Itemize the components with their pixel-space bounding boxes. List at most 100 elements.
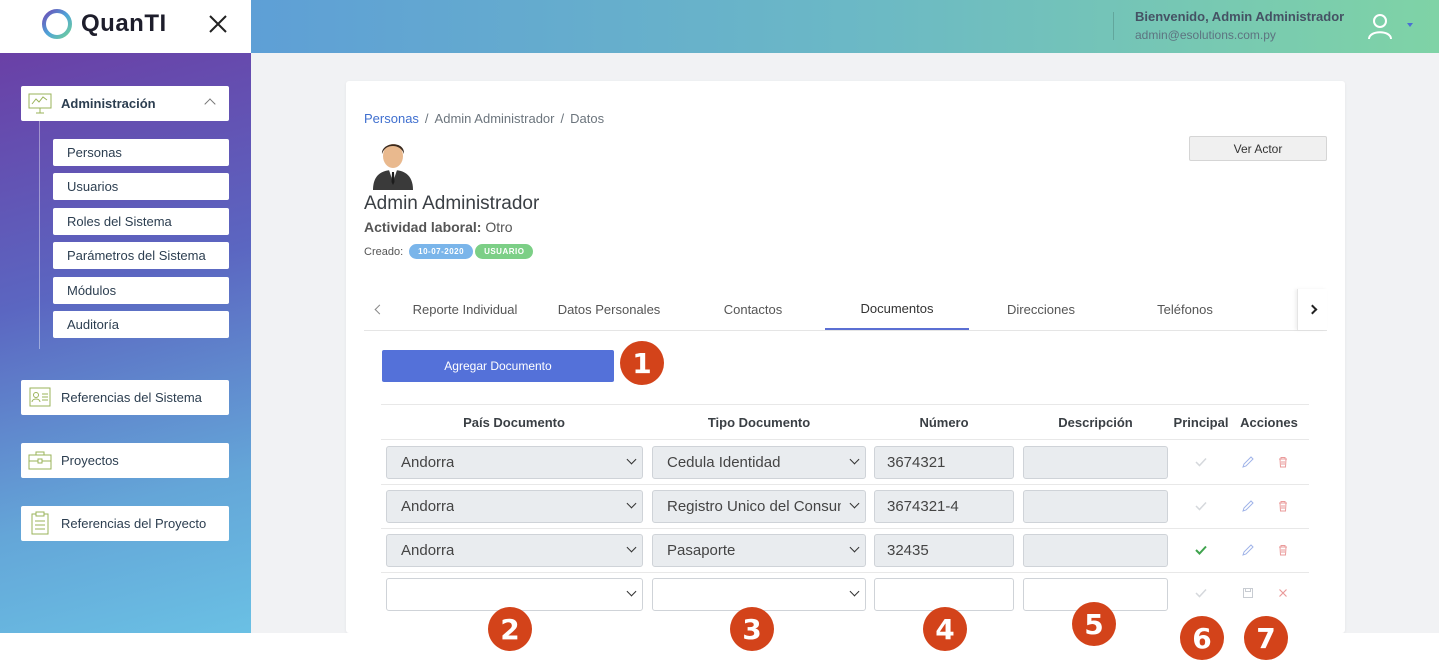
chevron-down-icon [626, 454, 637, 465]
sidebar-item-referencias-sistema[interactable]: Referencias del Sistema [21, 380, 229, 415]
sidebar-subitem-modulos[interactable]: Módulos [53, 277, 229, 304]
step-marker: 4 [923, 607, 967, 651]
creado-label: Creado: [364, 245, 404, 258]
actividad-value: Otro [485, 219, 513, 235]
row-divider [381, 572, 1309, 573]
tipo-value: Pasaporte [667, 542, 736, 559]
sidebar-subitem-usuarios[interactable]: Usuarios [53, 173, 229, 200]
descripcion-input[interactable] [1023, 534, 1168, 567]
trash-icon[interactable] [1276, 499, 1290, 513]
sidebar-item-administracion[interactable]: Administración [21, 86, 229, 121]
whiteboard-chart-icon [28, 93, 52, 114]
submenu-line [39, 121, 40, 349]
sidebar-subitem-personas[interactable]: Personas [53, 139, 229, 166]
pais-select[interactable]: Andorra [386, 446, 643, 479]
step-marker: 6 [1180, 616, 1224, 660]
chevron-down-icon [626, 586, 637, 597]
role-badge: USUARIO [475, 244, 534, 259]
person-avatar-image [373, 144, 413, 190]
column-header-pais: País Documento [463, 414, 565, 430]
tipo-select[interactable]: Cedula Identidad [652, 446, 866, 479]
app-logo-text: QuanTI [81, 10, 167, 37]
sidebar-item-label: Administración [61, 96, 156, 111]
tab-telefonos[interactable]: Teléfonos [1113, 289, 1257, 330]
chevron-left-icon [374, 304, 384, 315]
tipo-select[interactable]: Registro Unico del Consum [652, 490, 866, 523]
sidebar-item-label: Referencias del Sistema [61, 390, 202, 405]
trash-icon[interactable] [1276, 543, 1290, 557]
briefcase-icon [28, 451, 52, 470]
sidebar-item-proyectos[interactable]: Proyectos [21, 443, 229, 478]
tab-reporte-individual[interactable]: Reporte Individual [393, 289, 537, 330]
chevron-down-icon [849, 542, 860, 553]
chevron-down-icon[interactable] [1407, 23, 1413, 27]
topbar-divider [1113, 12, 1114, 40]
sidebar-subitem-roles[interactable]: Roles del Sistema [53, 208, 229, 235]
chevron-down-icon [849, 586, 860, 597]
top-bar: Bienvenido, Admin Administrador admin@es… [251, 0, 1439, 53]
tipo-value: Cedula Identidad [667, 454, 781, 471]
numero-input[interactable]: 3674321-4 [874, 490, 1014, 523]
creado-row: Creado: 10-07-2020 USUARIO [364, 244, 534, 259]
numero-input[interactable]: 32435 [874, 534, 1014, 567]
breadcrumb-separator: / [560, 111, 565, 126]
step-marker: 5 [1072, 602, 1116, 646]
id-card-icon [29, 387, 51, 407]
save-icon[interactable] [1241, 586, 1255, 600]
ver-actor-button[interactable]: Ver Actor [1189, 136, 1327, 161]
chevron-up-icon[interactable] [204, 98, 216, 110]
numero-input[interactable]: 3674321 [874, 446, 1014, 479]
person-name: Admin Administrador [364, 193, 540, 214]
breadcrumb-separator: / [424, 111, 429, 126]
pais-value: Andorra [401, 454, 455, 471]
chevron-down-icon [626, 542, 637, 553]
trash-icon[interactable] [1276, 455, 1290, 469]
logo-area: QuanTI [0, 0, 251, 53]
user-avatar-icon[interactable] [1367, 13, 1393, 41]
row-divider [381, 528, 1309, 529]
column-header-principal: Principal [1173, 414, 1229, 430]
step-marker: 2 [488, 607, 532, 651]
tab-bar: Reporte Individual Datos Personales Cont… [364, 289, 1327, 331]
tipo-select[interactable]: Pasaporte [652, 534, 866, 567]
step-marker: 3 [730, 607, 774, 651]
pencil-icon[interactable] [1241, 455, 1255, 469]
pais-select[interactable]: Andorra [386, 534, 643, 567]
agregar-documento-button[interactable]: Agregar Documento [382, 350, 614, 382]
sidebar-item-label: Proyectos [61, 453, 119, 468]
actividad-laboral: Actividad laboral: Otro [364, 219, 513, 235]
descripcion-input[interactable] [1023, 446, 1168, 479]
row-divider [381, 484, 1309, 485]
new-tipo-select[interactable] [652, 578, 866, 611]
clipboard-icon [31, 511, 49, 535]
sidebar-subitem-auditoria[interactable]: Auditoría [53, 311, 229, 338]
sidebar-subitem-parametros[interactable]: Parámetros del Sistema [53, 242, 229, 269]
tab-datos-personales[interactable]: Datos Personales [537, 289, 681, 330]
check-icon[interactable] [1194, 543, 1208, 557]
tipo-value: Registro Unico del Consum [667, 498, 841, 515]
tab-scroll-left-button[interactable] [364, 289, 394, 330]
date-badge: 10-07-2020 [409, 244, 474, 259]
close-icon[interactable] [1276, 586, 1290, 600]
chevron-down-icon [849, 454, 860, 465]
tab-contactos[interactable]: Contactos [681, 289, 825, 330]
descripcion-input[interactable] [1023, 490, 1168, 523]
check-icon[interactable] [1194, 499, 1208, 513]
pencil-icon[interactable] [1241, 499, 1255, 513]
tab-direcciones[interactable]: Direcciones [969, 289, 1113, 330]
actividad-label: Actividad laboral: [364, 219, 482, 235]
pais-select[interactable]: Andorra [386, 490, 643, 523]
pais-value: Andorra [401, 498, 455, 515]
column-header-numero: Número [919, 414, 969, 430]
tab-scroll-right-button[interactable] [1297, 289, 1327, 330]
chevron-down-icon [626, 498, 637, 509]
sidebar-item-label: Referencias del Proyecto [61, 516, 207, 531]
sidebar-item-referencias-proyecto[interactable]: Referencias del Proyecto [21, 506, 229, 541]
pencil-icon[interactable] [1241, 543, 1255, 557]
new-pais-select[interactable] [386, 578, 643, 611]
tab-documentos[interactable]: Documentos [825, 289, 969, 330]
check-icon[interactable] [1194, 455, 1208, 469]
breadcrumb-personas[interactable]: Personas [364, 111, 419, 126]
check-icon[interactable] [1194, 586, 1208, 600]
close-icon[interactable] [207, 13, 229, 35]
